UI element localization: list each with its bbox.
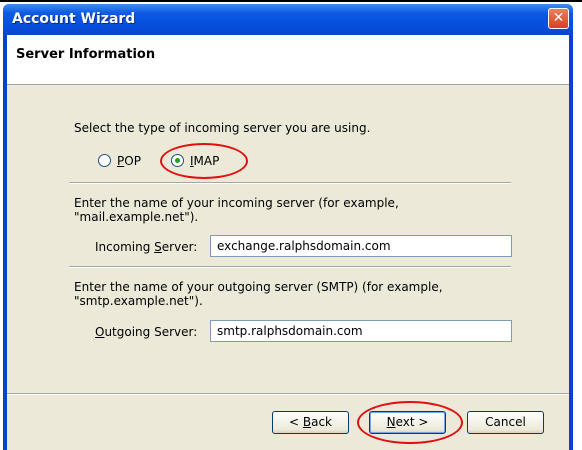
back-button[interactable]: < Back bbox=[272, 411, 349, 434]
close-button[interactable]: ✕ bbox=[548, 8, 569, 29]
incoming-server-label: Incoming Server: bbox=[95, 240, 198, 254]
imap-radio[interactable] bbox=[171, 154, 184, 167]
divider bbox=[69, 266, 511, 268]
top-border-line bbox=[0, 0, 582, 2]
incoming-server-input[interactable] bbox=[210, 235, 512, 257]
server-type-prompt: Select the type of incoming server you a… bbox=[74, 121, 371, 135]
pop-radio[interactable] bbox=[98, 154, 111, 167]
window-title: Account Wizard bbox=[12, 11, 136, 27]
outgoing-server-input[interactable] bbox=[210, 320, 512, 342]
outgoing-instructions-line2: "smtp.example.net"). bbox=[74, 294, 203, 308]
page-header: Server Information bbox=[7, 35, 569, 85]
cancel-button[interactable]: Cancel bbox=[467, 411, 544, 434]
imap-radio-label[interactable]: IMAP bbox=[190, 154, 219, 168]
outgoing-instructions-line1: Enter the name of your outgoing server (… bbox=[74, 280, 443, 294]
close-icon: ✕ bbox=[552, 10, 565, 26]
account-wizard-window: Account Wizard ✕ Server Information Sele… bbox=[3, 4, 573, 450]
dialog-body: Server Information Select the type of in… bbox=[7, 35, 569, 450]
radio-selected-dot bbox=[175, 158, 180, 163]
title-bar[interactable]: Account Wizard ✕ bbox=[3, 4, 573, 35]
divider bbox=[69, 182, 511, 184]
outgoing-server-label: Outgoing Server: bbox=[95, 325, 198, 339]
incoming-instructions-line2: "mail.example.net"). bbox=[74, 210, 199, 224]
incoming-instructions-line1: Enter the name of your incoming server (… bbox=[74, 196, 399, 210]
button-area-divider bbox=[7, 393, 569, 395]
pop-radio-label[interactable]: POP bbox=[117, 154, 141, 168]
page-title: Server Information bbox=[16, 47, 156, 62]
next-button[interactable]: Next > bbox=[369, 411, 446, 434]
